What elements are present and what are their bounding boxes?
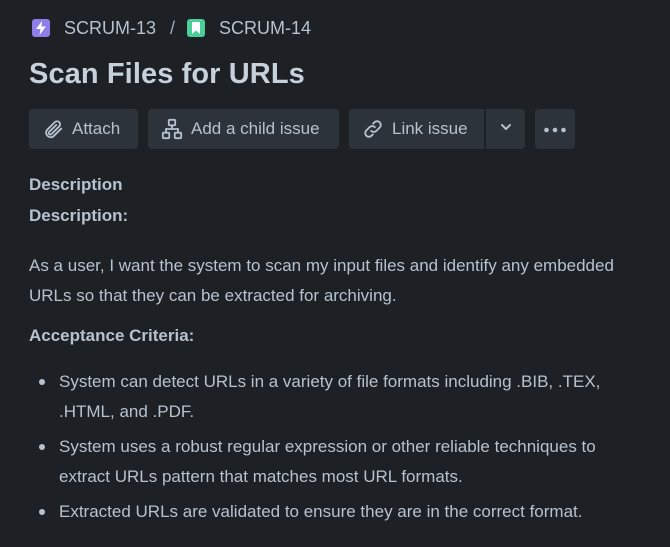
epic-lightning-icon[interactable] [32, 19, 50, 37]
breadcrumb: SCRUM-13 / SCRUM-14 [32, 16, 311, 40]
paragraph-line: URLs so that they can be extracted for a… [29, 286, 397, 305]
breadcrumb-parent-link[interactable]: SCRUM-13 [64, 18, 156, 39]
attach-button[interactable]: Attach [29, 109, 138, 149]
issue-view: SCRUM-13 / SCRUM-14 Scan Files for URLs … [0, 0, 670, 547]
chevron-down-icon [499, 119, 513, 139]
description-section-heading: Description [29, 175, 123, 194]
link-issue-button[interactable]: Link issue [349, 109, 484, 149]
list-item: System can detect URLs in a variety of f… [29, 367, 649, 427]
child-issue-hierarchy-icon [161, 118, 183, 140]
acceptance-criteria-heading: Acceptance Criteria: [29, 326, 195, 345]
issue-toolbar: Attach Add a child issue Link issue [29, 109, 575, 149]
paragraph-line: As a user, I want the system to scan my … [29, 256, 614, 275]
attach-label: Attach [72, 119, 121, 138]
description-subheading: Description: [29, 206, 129, 225]
more-actions-button[interactable] [535, 109, 575, 149]
more-horizontal-icon [543, 119, 567, 139]
link-issue-label: Link issue [392, 119, 468, 138]
list-item-line: extract URLs pattern that matches most U… [59, 467, 463, 486]
list-item: System uses a robust regular expression … [29, 432, 649, 492]
link-chain-icon [362, 118, 384, 140]
issue-title[interactable]: Scan Files for URLs [29, 58, 305, 91]
bullet-icon [39, 444, 45, 450]
breadcrumb-current-link[interactable]: SCRUM-14 [219, 18, 311, 39]
link-issue-dropdown-button[interactable] [485, 109, 525, 149]
acceptance-criteria-list: System can detect URLs in a variety of f… [29, 367, 649, 532]
bullet-icon [39, 379, 45, 385]
story-bookmark-icon[interactable] [187, 19, 206, 37]
list-item-line: .HTML, and .PDF. [59, 402, 195, 421]
description-paragraph[interactable]: As a user, I want the system to scan my … [29, 251, 639, 311]
paperclip-icon [42, 118, 64, 140]
list-item: Extracted URLs are validated to ensure t… [29, 497, 649, 527]
list-item-line: System uses a robust regular expression … [59, 437, 596, 456]
list-item-line: System can detect URLs in a variety of f… [59, 372, 601, 391]
bullet-icon [39, 509, 45, 515]
list-item-line: Extracted URLs are validated to ensure t… [59, 502, 583, 521]
add-child-issue-button[interactable]: Add a child issue [148, 109, 339, 149]
add-child-issue-label: Add a child issue [191, 119, 320, 138]
breadcrumb-separator: / [170, 17, 176, 38]
